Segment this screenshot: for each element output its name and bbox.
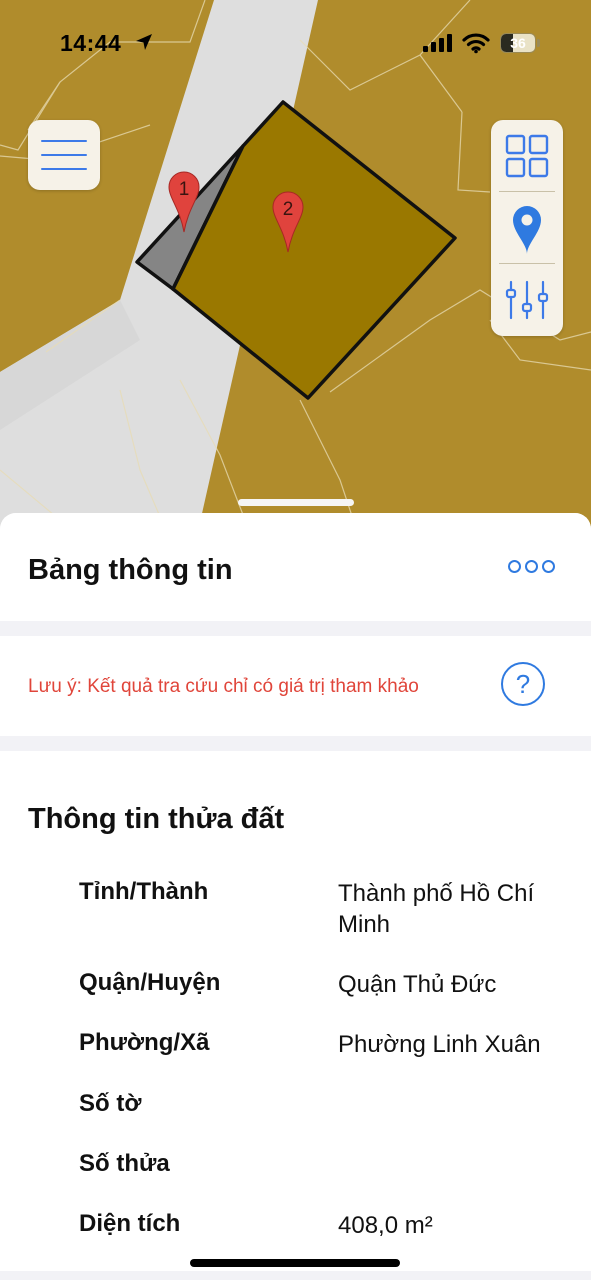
row-label: Phường/Xã [79, 1029, 210, 1056]
row-label: Số tờ [79, 1090, 142, 1117]
battery-icon: 36 [500, 33, 536, 53]
wifi-icon [462, 33, 490, 54]
battery-nub [537, 39, 540, 47]
info-sheet: Bảng thông tin Lưu ý: Kết quả tra cứu ch… [0, 513, 591, 1280]
sheet-header: Bảng thông tin [0, 513, 591, 621]
disclaimer-note: Lưu ý: Kết quả tra cứu chỉ có giá trị th… [28, 676, 419, 697]
more-button[interactable] [508, 553, 564, 579]
row-label: Số thửa [79, 1150, 170, 1177]
help-button[interactable]: ? [501, 662, 545, 706]
question-mark-icon: ? [515, 669, 531, 699]
cellular-signal-icon [423, 34, 452, 52]
row-value: Thành phố Hồ Chí Minh [338, 880, 535, 938]
menu-button[interactable] [28, 120, 100, 190]
row-label: Diện tích [79, 1210, 181, 1237]
battery-percentage: 36 [510, 35, 526, 51]
location-arrow-icon [136, 34, 152, 50]
row-label: Tỉnh/Thành [79, 878, 209, 905]
section-title: Thông tin thửa đất [28, 803, 285, 835]
row-value: Phường Linh Xuân [338, 1031, 541, 1058]
parcel-info-card: Thông tin thửa đất Tỉnh/Thành Thành phố … [0, 751, 591, 1271]
sheet-title: Bảng thông tin [28, 554, 233, 586]
note-card: Lưu ý: Kết quả tra cứu chỉ có giá trị th… [0, 636, 591, 736]
marker-label: 1 [179, 179, 190, 200]
row-value: 408,0 m² [338, 1212, 433, 1239]
sheet-grabber[interactable] [238, 499, 354, 506]
home-indicator[interactable] [190, 1259, 400, 1267]
row-label: Quận/Huyện [79, 969, 221, 996]
locate-button[interactable] [491, 192, 563, 264]
row-value: Quận Thủ Đức [338, 971, 497, 998]
sliders-icon [505, 280, 549, 320]
clock: 14:44 [60, 30, 122, 56]
location-pin-icon [513, 206, 541, 254]
marker-label: 2 [283, 199, 294, 220]
status-bar: 14:44 36 [0, 0, 591, 80]
map-toolbar [491, 120, 563, 336]
filter-button[interactable] [491, 264, 563, 336]
layers-button[interactable] [491, 120, 563, 192]
grid-layers-icon [505, 134, 549, 178]
map-view[interactable]: 1 2 14:44 36 [0, 0, 591, 540]
